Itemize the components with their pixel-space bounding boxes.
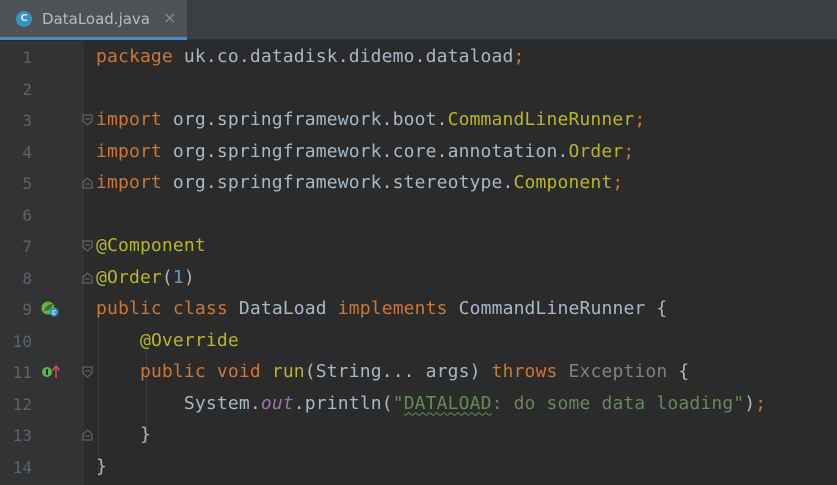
line-text: import org.springframework.core.annotati…: [96, 141, 634, 162]
keyword-token: public: [139, 361, 206, 382]
line-text: @Override: [96, 330, 239, 351]
package-token: uk.co.datadisk.didemo.dataload: [172, 46, 514, 67]
code-line: 7 @Component: [0, 230, 837, 262]
line-text: import org.springframework.stereotype.Co…: [96, 172, 623, 193]
line-text: @Component: [96, 235, 206, 256]
line-number: 10: [12, 331, 32, 351]
keyword-token: import: [96, 172, 162, 193]
line-number: 7: [22, 237, 32, 256]
line-number: 2: [22, 79, 32, 99]
semicolon-token: ;: [513, 46, 525, 67]
static-field-token: out: [260, 392, 294, 414]
line-text: @Order(1): [96, 267, 195, 288]
editor-tab-bar: C DataLoad.java ×: [0, 0, 837, 40]
keyword-token: import: [96, 140, 162, 162]
line-text: import org.springframework.boot.CommandL…: [96, 109, 645, 130]
code-line: 3 import org.springframework.boot.Comman…: [0, 104, 837, 136]
java-class-icon: C: [16, 11, 32, 27]
class-token: Order: [568, 140, 624, 162]
semicolon-token: ;: [755, 392, 767, 414]
code-line: 6: [0, 199, 837, 231]
fold-marker-icon[interactable]: [82, 429, 93, 441]
line-number: 1: [22, 48, 32, 67]
tab-label: DataLoad.java: [42, 10, 150, 28]
line-number: 5: [22, 174, 32, 193]
fold-marker-icon[interactable]: [82, 114, 93, 126]
line-text: public void run(String... args) throws E…: [96, 361, 689, 382]
exception-token: Exception: [568, 361, 668, 382]
keyword-token: class: [172, 298, 228, 319]
line-number: 6: [22, 205, 32, 225]
code-line: 13 }: [0, 419, 837, 451]
package-token: org.springframework.boot.: [161, 109, 448, 130]
class-token: Component: [513, 172, 613, 193]
line-number: 14: [12, 457, 32, 477]
annotation-token: @Component: [96, 235, 206, 256]
code-line: 9 C public class DataLoad implements Com…: [0, 293, 837, 325]
class-name-token: DataLoad: [238, 298, 327, 319]
brace-token: {: [667, 361, 690, 382]
code-line: 11 public void run(String... args) throw…: [0, 356, 837, 388]
code-line: 12 System.out.println("DATALOAD: do some…: [0, 388, 837, 420]
code-line: 2: [0, 73, 837, 105]
line-text: }: [96, 424, 151, 445]
code-line: 8 @Order(1): [0, 262, 837, 294]
paren-token: (: [161, 266, 173, 288]
method-name-token: run: [271, 361, 305, 382]
line-text: }: [96, 456, 107, 477]
code-editor[interactable]: 1 package uk.co.datadisk.didemo.dataload…: [0, 41, 837, 485]
run-spring-bean-icon[interactable]: C: [40, 300, 60, 318]
package-token: org.springframework.stereotype.: [161, 172, 514, 193]
paren-token: ): [744, 392, 756, 414]
line-number: 11: [12, 363, 32, 382]
line-text: package uk.co.datadisk.didemo.dataload;: [96, 46, 525, 67]
string-token: : do some data loading": [491, 392, 745, 414]
line-number: 9: [22, 300, 32, 319]
code-line: 14 }: [0, 451, 837, 483]
fold-marker-icon[interactable]: [82, 271, 93, 284]
fold-marker-icon[interactable]: [82, 366, 93, 378]
keyword-token: implements: [337, 298, 448, 319]
method-call-token: .println(: [293, 392, 393, 414]
line-number: 13: [12, 426, 32, 445]
code-line: 5 import org.springframework.stereotype.…: [0, 167, 837, 199]
fold-marker-icon[interactable]: [82, 240, 93, 252]
semicolon-token: ;: [634, 109, 646, 130]
line-number: 3: [22, 111, 32, 130]
keyword-token: public: [96, 298, 162, 319]
semicolon-token: ;: [612, 172, 624, 193]
fold-marker-icon[interactable]: [82, 177, 93, 189]
number-token: 1: [172, 266, 184, 288]
semicolon-token: ;: [623, 140, 635, 162]
annotation-token: @Override: [139, 329, 239, 351]
code-line: 4 import org.springframework.core.annota…: [0, 136, 837, 168]
brace-token: }: [96, 455, 107, 477]
brace-token: }: [139, 424, 151, 445]
code-line: 1 package uk.co.datadisk.didemo.dataload…: [0, 41, 837, 73]
line-text: public class DataLoad implements Command…: [96, 298, 667, 319]
line-number: 4: [22, 142, 32, 162]
tab-dataload-java[interactable]: C DataLoad.java ×: [0, 0, 187, 40]
close-icon[interactable]: ×: [163, 8, 176, 27]
line-number: 12: [12, 394, 32, 414]
package-token: org.springframework.core.annotation.: [161, 140, 569, 162]
annotation-token: @Order: [96, 266, 162, 288]
typo-underlined-token: DATALOAD: [403, 392, 492, 414]
interface-token: CommandLineRunner {: [458, 298, 668, 319]
line-text: System.out.println("DATALOAD: do some da…: [96, 393, 766, 414]
line-number: 8: [22, 268, 32, 288]
implements-method-icon[interactable]: [41, 363, 63, 381]
keyword-token: package: [96, 46, 173, 67]
params-token: (String... args): [304, 361, 481, 382]
class-token: CommandLineRunner: [447, 109, 635, 130]
paren-token: ): [183, 266, 195, 288]
code-line: 10 @Override: [0, 325, 837, 357]
string-token: ": [392, 392, 404, 414]
keyword-token: void: [216, 361, 261, 382]
keyword-token: import: [96, 109, 162, 130]
keyword-token: throws: [491, 361, 558, 382]
system-token: System.: [183, 392, 261, 414]
svg-text:C: C: [52, 309, 57, 317]
